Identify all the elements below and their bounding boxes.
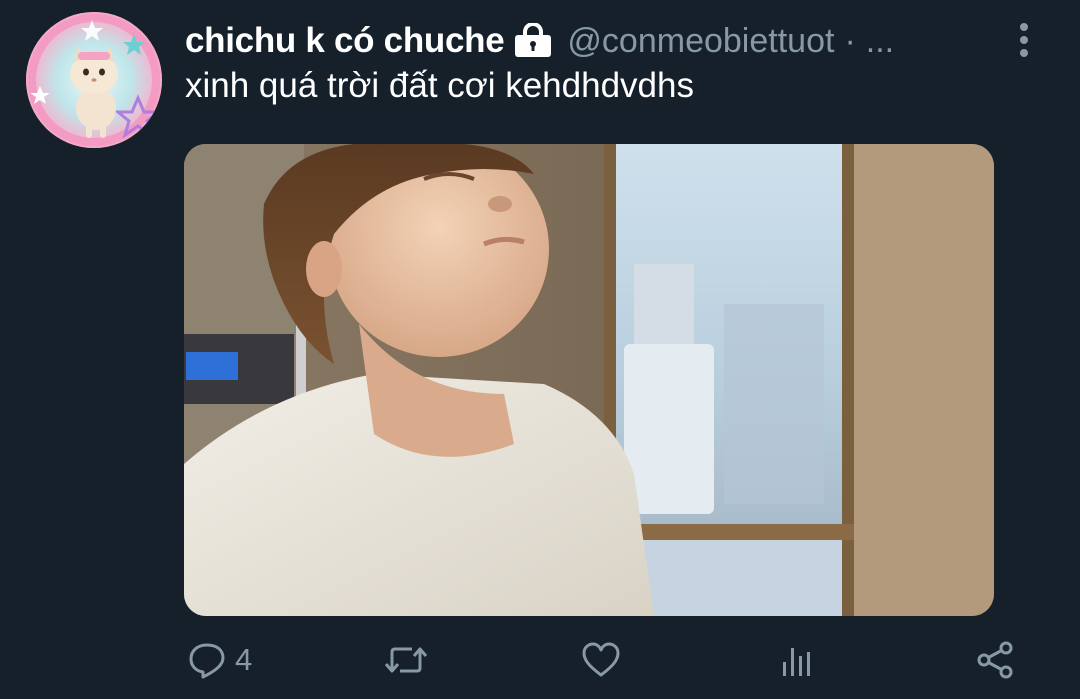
share-icon: [977, 641, 1013, 679]
separator-dot: ·: [844, 21, 856, 60]
reply-count: 4: [235, 642, 253, 677]
lock-icon: [513, 22, 553, 59]
heart-icon: [582, 642, 620, 677]
retweet-icon: [384, 647, 428, 673]
truncated-timestamp: ...: [865, 21, 895, 60]
tweet-actions-bar: 4: [0, 632, 1080, 688]
vertical-ellipsis-icon: [1020, 23, 1028, 57]
user-handle[interactable]: @conmeobiettuot: [567, 22, 834, 61]
more-options-button[interactable]: [1010, 20, 1038, 60]
tweet[interactable]: chichu k có chuche @conmeobiettuot · ...…: [0, 0, 1080, 699]
avatar-image: [28, 14, 162, 146]
retweet-button[interactable]: [384, 638, 428, 682]
analytics-icon: [783, 648, 810, 676]
share-button[interactable]: [975, 638, 1015, 682]
tweet-header: chichu k có chuche @conmeobiettuot · ...: [185, 20, 894, 62]
tweet-text: xinh quá trời đất cơi kehdhdvdhs: [185, 66, 694, 105]
avatar[interactable]: [26, 12, 162, 148]
reply-icon: [189, 643, 225, 679]
analytics-button[interactable]: [778, 638, 818, 682]
display-name[interactable]: chichu k có chuche: [185, 21, 505, 61]
like-button[interactable]: [581, 638, 621, 682]
reply-button[interactable]: 4: [187, 638, 252, 682]
photo-image: [184, 144, 994, 616]
tweet-media-photo[interactable]: [184, 144, 994, 616]
